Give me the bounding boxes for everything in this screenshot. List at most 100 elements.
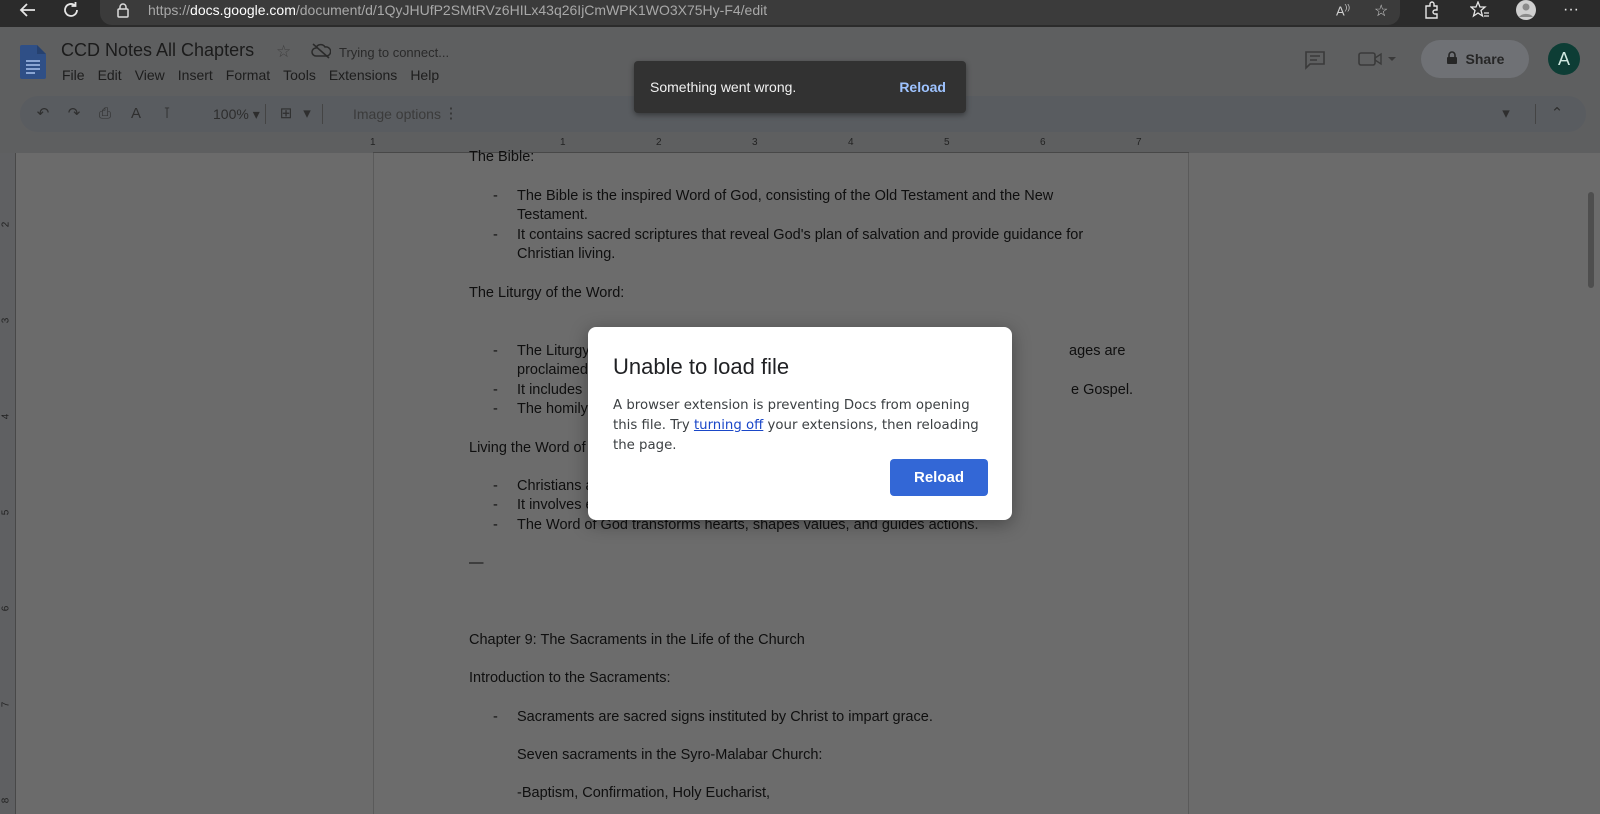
star-icon[interactable]: ☆	[276, 42, 291, 62]
url-text[interactable]: https://docs.google.com/document/d/1QyJH…	[148, 2, 767, 18]
doc-separator[interactable]: —	[469, 555, 484, 571]
meet-icon[interactable]	[1358, 51, 1398, 67]
menu-extensions[interactable]: Extensions	[329, 67, 397, 83]
vertical-ruler[interactable]: 2 3 4 5 6 7 8	[0, 153, 16, 814]
more-options-icon[interactable]: ⋮	[442, 105, 460, 123]
ruler-tick-label: 5	[944, 137, 950, 148]
toast-message: Something went wrong.	[650, 79, 797, 95]
ruler-tick-label: 4	[848, 137, 854, 148]
ruler-tick-label: 7	[0, 701, 12, 708]
address-bar[interactable]: https://docs.google.com/document/d/1QyJH…	[100, 0, 1400, 25]
ruler-tick-label: 3	[0, 317, 12, 324]
doc-fragment[interactable]: ages are	[1069, 343, 1125, 359]
lock-icon	[116, 2, 132, 18]
error-toast: Something went wrong. Reload	[634, 61, 966, 113]
turning-off-link[interactable]: turning off	[694, 418, 763, 433]
doc-bullet-continuation[interactable]: Seven sacraments in the Syro-Malabar Chu…	[517, 747, 822, 763]
toolbar-divider	[265, 104, 266, 124]
ruler-tick-label: 3	[752, 137, 758, 148]
menu-tools[interactable]: Tools	[283, 67, 316, 83]
doc-bullet[interactable]: The Bible is the inspired Word of God, c…	[517, 188, 1053, 204]
doc-bullet[interactable]: It includes	[517, 382, 582, 398]
spellcheck-icon[interactable]: A	[127, 105, 145, 123]
connection-status: Trying to connect...	[339, 45, 450, 60]
ruler-tick-label: 7	[1136, 137, 1142, 148]
menu-format[interactable]: Format	[226, 67, 270, 83]
docs-logo-icon[interactable]	[20, 45, 46, 79]
bullet-marker: -	[493, 517, 498, 533]
menu-insert[interactable]: Insert	[178, 67, 213, 83]
reload-button[interactable]: Reload	[890, 459, 988, 496]
document-title[interactable]: CCD Notes All Chapters	[61, 40, 254, 61]
menu-help[interactable]: Help	[410, 67, 439, 83]
ruler-tick-label: 8	[0, 797, 12, 804]
doc-paragraph[interactable]: Introduction to the Sacraments:	[469, 670, 671, 686]
ruler-tick-label: 1	[560, 137, 566, 148]
bullet-marker: -	[493, 497, 498, 513]
toast-reload-button[interactable]: Reload	[899, 79, 946, 95]
menu-file[interactable]: File	[62, 67, 85, 83]
lock-icon	[1446, 50, 1458, 68]
dialog-title: Unable to load file	[613, 354, 790, 379]
ruler-tick-label: 5	[0, 509, 12, 516]
doc-bullet[interactable]: The Liturgy	[517, 343, 590, 359]
favorite-add-icon[interactable]: ☆	[1374, 1, 1388, 21]
doc-fragment[interactable]: e Gospel.	[1071, 382, 1133, 398]
doc-bullet-continuation[interactable]: -Baptism, Confirmation, Holy Eucharist,	[517, 785, 770, 801]
ruler-tick-label: 6	[0, 605, 12, 612]
more-menu-icon[interactable]: ···	[1559, 0, 1583, 20]
doc-chapter-heading[interactable]: Chapter 9: The Sacraments in the Life of…	[469, 632, 805, 648]
paint-format-icon[interactable]: ⊺	[158, 105, 176, 123]
bullet-marker: -	[493, 343, 498, 359]
bullet-marker: -	[493, 382, 498, 398]
menu-view[interactable]: View	[135, 67, 165, 83]
redo-icon[interactable]: ↷	[65, 105, 83, 123]
doc-bullet[interactable]: It contains sacred scriptures that revea…	[517, 227, 1083, 243]
error-dialog: Unable to load file A browser extension …	[588, 327, 1012, 520]
extensions-icon[interactable]	[1419, 0, 1443, 20]
browser-toolbar: https://docs.google.com/document/d/1QyJH…	[0, 0, 1600, 27]
insert-comment-icon[interactable]: ⊞	[277, 105, 295, 123]
ruler-tick-label: 2	[0, 221, 12, 228]
doc-paragraph[interactable]: Living the Word of	[469, 440, 586, 456]
print-icon[interactable]: ⎙	[96, 105, 114, 123]
share-button[interactable]: Share	[1421, 40, 1529, 78]
back-icon[interactable]	[16, 0, 40, 20]
ruler-tick-label: 1	[370, 137, 376, 148]
doc-bullet[interactable]: The homily	[517, 401, 588, 417]
menu-bar: File Edit View Insert Format Tools Exten…	[62, 67, 452, 83]
favorites-icon[interactable]	[1468, 0, 1492, 20]
doc-bullet[interactable]: It involves e	[517, 497, 594, 513]
doc-paragraph[interactable]: The Liturgy of the Word:	[469, 285, 624, 301]
doc-bullet[interactable]: Sacraments are sacred signs instituted b…	[517, 709, 933, 725]
refresh-icon[interactable]	[59, 0, 83, 20]
chevron-down-icon[interactable]: ▾	[1497, 105, 1515, 123]
read-aloud-icon[interactable]: A))	[1336, 3, 1350, 18]
profile-icon[interactable]	[1514, 0, 1538, 20]
avatar[interactable]: A	[1548, 43, 1580, 75]
doc-bullet-continuation[interactable]: Christian living.	[517, 246, 615, 262]
toolbar-divider	[1535, 104, 1536, 124]
ruler-tick-label: 2	[656, 137, 662, 148]
cloud-off-icon	[311, 43, 332, 59]
zoom-select[interactable]: 100% ▾	[213, 106, 260, 123]
doc-bullet[interactable]: Christians a	[517, 478, 594, 494]
bullet-marker: -	[493, 401, 498, 417]
doc-paragraph[interactable]: The Bible:	[469, 149, 534, 165]
image-options-button[interactable]: Image options	[353, 106, 441, 122]
ruler-tick-label: 6	[1040, 137, 1046, 148]
bullet-marker: -	[493, 227, 498, 243]
scrollbar[interactable]	[1588, 192, 1594, 288]
chevron-down-icon[interactable]: ▾	[298, 105, 316, 123]
doc-bullet-continuation[interactable]: Testament.	[517, 207, 588, 223]
bullet-marker: -	[493, 478, 498, 494]
comment-icon[interactable]	[1304, 50, 1326, 70]
collapse-menus-icon[interactable]: ⌃	[1548, 105, 1566, 123]
toolbar-divider	[322, 104, 323, 124]
doc-bullet-continuation[interactable]: proclaimed	[517, 362, 588, 378]
undo-icon[interactable]: ↶	[34, 105, 52, 123]
bullet-marker: -	[493, 709, 498, 725]
dialog-message: A browser extension is preventing Docs f…	[613, 396, 993, 456]
menu-edit[interactable]: Edit	[98, 67, 122, 83]
share-label: Share	[1465, 51, 1505, 67]
